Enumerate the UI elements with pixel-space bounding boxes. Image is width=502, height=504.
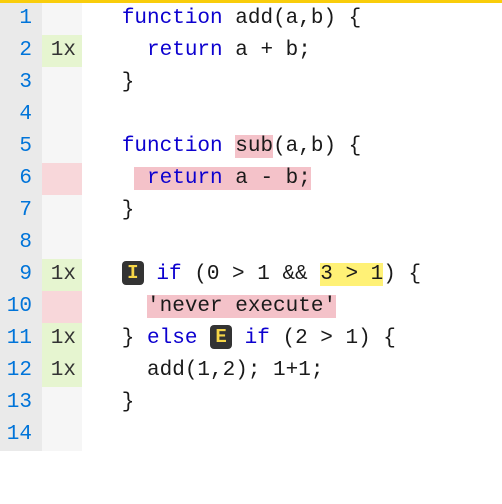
line-number: 10 xyxy=(0,291,42,323)
uncovered-span: return a - b; xyxy=(134,167,310,190)
keyword-token: if xyxy=(245,327,270,350)
code-line: 5 function sub(a,b) { xyxy=(0,131,502,163)
coverage-count xyxy=(42,387,82,419)
not-executed-span: 3 > 1 xyxy=(320,263,383,286)
code-line: 1 function add(a,b) { xyxy=(0,3,502,35)
coverage-count: 1x xyxy=(42,35,82,67)
source-text: } else E if (2 > 1) { xyxy=(82,323,502,355)
source-text: } xyxy=(82,67,502,99)
source-text: return a - b; xyxy=(82,163,502,195)
coverage-count xyxy=(42,163,82,195)
coverage-count xyxy=(42,195,82,227)
line-number: 4 xyxy=(0,99,42,131)
line-number: 2 xyxy=(0,35,42,67)
coverage-count: 1x xyxy=(42,355,82,387)
code-line: 3 } xyxy=(0,67,502,99)
coverage-count xyxy=(42,419,82,451)
function-name: add xyxy=(235,7,273,30)
code-line: 12 1x add(1,2); 1+1; xyxy=(0,355,502,387)
uncovered-span: 'never execute' xyxy=(147,295,336,318)
coverage-count xyxy=(42,227,82,259)
keyword-token: else xyxy=(147,327,197,350)
keyword-token: return xyxy=(147,167,223,190)
code-line: 8 xyxy=(0,227,502,259)
keyword-token: if xyxy=(156,263,181,286)
coverage-count xyxy=(42,3,82,35)
code-line: 13 } xyxy=(0,387,502,419)
coverage-count xyxy=(42,131,82,163)
keyword-token: return xyxy=(147,39,223,62)
keyword-token: function xyxy=(122,7,223,30)
source-text: 'never execute' xyxy=(82,291,502,323)
code-line: 4 xyxy=(0,99,502,131)
line-number: 8 xyxy=(0,227,42,259)
code-listing: 1 function add(a,b) { 2 1x return a + b;… xyxy=(0,3,502,451)
line-number: 11 xyxy=(0,323,42,355)
source-text xyxy=(82,419,502,451)
code-line: 11 1x } else E if (2 > 1) { xyxy=(0,323,502,355)
code-line: 10 'never execute' xyxy=(0,291,502,323)
coverage-count xyxy=(42,99,82,131)
line-number: 5 xyxy=(0,131,42,163)
keyword-token: function xyxy=(122,135,223,158)
line-number: 13 xyxy=(0,387,42,419)
code-line: 9 1x I if (0 > 1 && 3 > 1) { xyxy=(0,259,502,291)
source-text: I if (0 > 1 && 3 > 1) { xyxy=(82,259,502,291)
source-text xyxy=(82,227,502,259)
line-number: 12 xyxy=(0,355,42,387)
branch-badge-else[interactable]: E xyxy=(210,325,232,349)
line-number: 3 xyxy=(0,67,42,99)
coverage-count xyxy=(42,67,82,99)
code-line: 2 1x return a + b; xyxy=(0,35,502,67)
line-number: 1 xyxy=(0,3,42,35)
coverage-count: 1x xyxy=(42,323,82,355)
branch-badge-if[interactable]: I xyxy=(122,261,144,285)
source-text: } xyxy=(82,195,502,227)
code-line: 14 xyxy=(0,419,502,451)
source-text: } xyxy=(82,387,502,419)
code-line: 6 return a - b; xyxy=(0,163,502,195)
line-number: 9 xyxy=(0,259,42,291)
line-number: 7 xyxy=(0,195,42,227)
line-number: 6 xyxy=(0,163,42,195)
source-text xyxy=(82,99,502,131)
coverage-count: 1x xyxy=(42,259,82,291)
source-text: function sub(a,b) { xyxy=(82,131,502,163)
source-text: return a + b; xyxy=(82,35,502,67)
code-line: 7 } xyxy=(0,195,502,227)
source-text: add(1,2); 1+1; xyxy=(82,355,502,387)
source-text: function add(a,b) { xyxy=(82,3,502,35)
coverage-count xyxy=(42,291,82,323)
uncovered-span: sub xyxy=(235,135,273,158)
line-number: 14 xyxy=(0,419,42,451)
